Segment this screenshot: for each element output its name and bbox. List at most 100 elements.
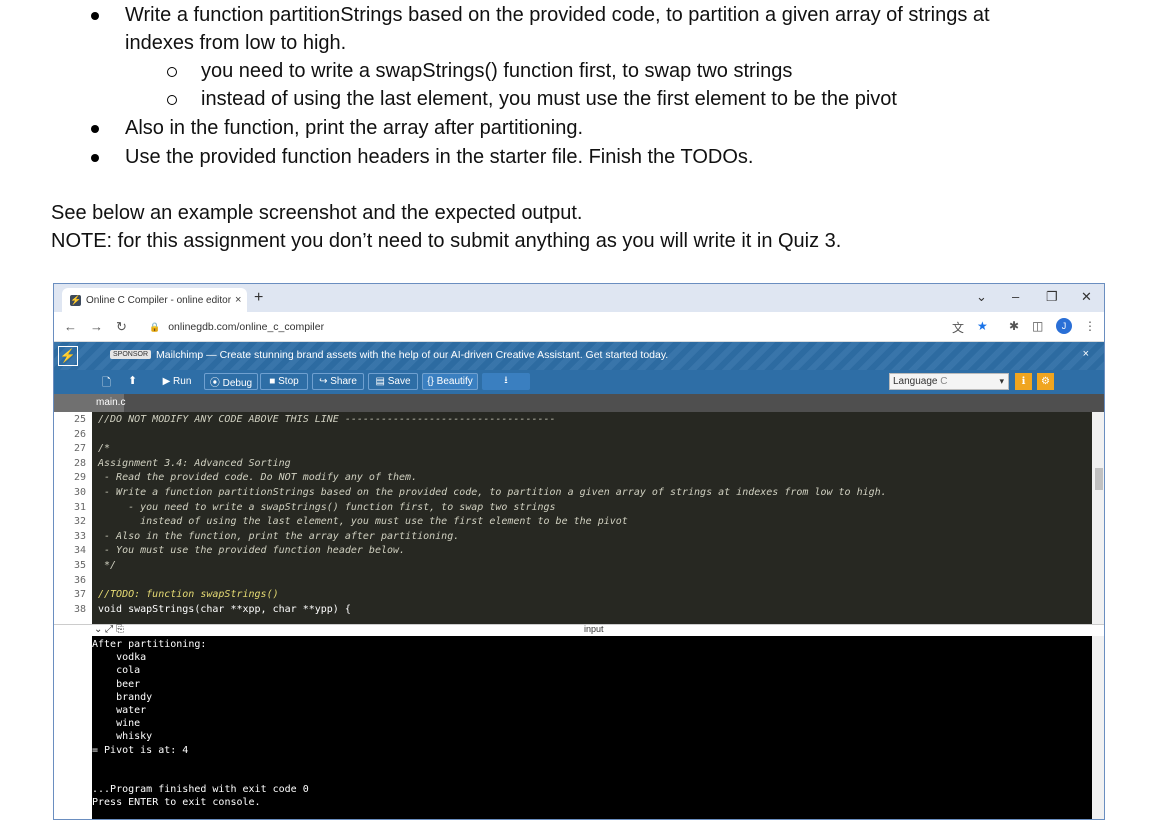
new-file-icon[interactable]: 🗋 <box>102 374 111 393</box>
tab-close-icon[interactable]: × <box>235 294 247 306</box>
upload-icon[interactable]: ⬆ <box>128 374 137 387</box>
save-button[interactable]: ▤ Save <box>368 373 418 390</box>
line-number: 28 <box>73 457 86 469</box>
console-line: whisky <box>92 731 153 743</box>
code-line[interactable]: 28 Assignment 3.4: Advanced Sorting <box>74 457 1092 472</box>
ide-toolbar: 🗋 ⬆ ▶ Run ⦿ Debug ■ Stop ↪ Share ▤ Save … <box>54 370 1104 394</box>
code-line[interactable]: 34 - You must use the provided function … <box>74 544 1092 559</box>
language-value: C <box>940 376 948 387</box>
line-number: 26 <box>73 428 86 440</box>
collapse-chevron-icon[interactable]: ⌄ ⤢ ⎘ <box>94 624 124 635</box>
lightning-icon: ⚡ <box>70 294 82 306</box>
code-line[interactable]: 29 - Read the provided code. Do NOT modi… <box>74 471 1092 486</box>
line-number: 29 <box>73 472 86 484</box>
debug-button[interactable]: ⦿ Debug <box>204 373 258 390</box>
output-console[interactable]: After partitioning: vodka cola beer bran… <box>92 636 1092 819</box>
console-line: = Pivot is at: 4 <box>92 744 189 756</box>
bullet-text: Also in the function, print the array af… <box>125 117 584 139</box>
code-editor[interactable]: 25 //DO NOT MODIFY ANY CODE ABOVE THIS LI… <box>74 412 1092 624</box>
console-line: vodka <box>92 652 147 664</box>
input-label[interactable]: input <box>584 624 604 634</box>
io-panel-bar: ⌄ ⤢ ⎘ input <box>54 624 1104 636</box>
sponsor-badge: SPONSOR <box>110 350 152 359</box>
line-number: 27 <box>73 443 86 455</box>
code-line[interactable]: 38 void swapStrings(char **xpp, char **yp… <box>74 603 1092 618</box>
line-number: 32 <box>73 516 86 528</box>
line-number: 36 <box>73 574 86 586</box>
share-button[interactable]: ↪ Share <box>312 373 364 390</box>
sub-bullet-text: you need to write a swapStrings() functi… <box>201 60 793 82</box>
minimize-icon[interactable]: – <box>1012 289 1019 304</box>
code-text: Assignment 3.4: Advanced Sorting <box>98 457 291 469</box>
menu-dots-icon[interactable]: ⋮ <box>1084 319 1096 333</box>
line-number: 38 <box>73 603 86 615</box>
run-button[interactable]: ▶ Run <box>152 373 202 390</box>
info-icon[interactable]: ℹ <box>1015 373 1032 390</box>
line-number: 37 <box>73 589 86 601</box>
file-tab-main-c[interactable]: main.c <box>54 394 125 412</box>
console-line: water <box>92 705 147 716</box>
sponsor-close-icon[interactable]: × <box>1083 348 1089 360</box>
sub-bullet-text: instead of using the last element, you m… <box>201 88 897 110</box>
code-line[interactable]: 35 */ <box>74 559 1092 574</box>
editor-scrollbar[interactable] <box>1092 412 1104 624</box>
code-line[interactable]: 37 //TODO: function swapStrings() <box>74 588 1092 603</box>
language-select[interactable]: Language C ▾ <box>889 373 1009 390</box>
sponsor-text[interactable]: Mailchimp — Create stunning brand assets… <box>156 349 668 361</box>
restore-icon[interactable]: ❐ <box>1046 289 1058 305</box>
bookmark-star-icon[interactable]: ★ <box>977 319 988 333</box>
onlinegdb-logo-icon[interactable]: ⚡ <box>58 346 78 366</box>
code-text: void swapStrings(char **xpp, char **ypp)… <box>98 603 351 615</box>
line-number: 35 <box>73 560 86 571</box>
close-window-icon[interactable]: ✕ <box>1081 289 1092 305</box>
code-text: - Also in the function, print the array … <box>98 530 460 542</box>
paragraph-text: See below an example screenshot and the … <box>51 202 583 224</box>
bullet-text: Write a function partitionStrings based … <box>125 4 990 26</box>
back-arrow-icon[interactable]: ← <box>64 319 77 334</box>
lock-icon: 🔒 <box>149 321 161 332</box>
download-button[interactable]: ⭳ <box>482 373 530 390</box>
code-line[interactable]: 27 /* <box>74 442 1092 457</box>
new-tab-button[interactable]: + <box>254 289 263 307</box>
code-line[interactable]: 32 instead of using the last element, yo… <box>74 515 1092 530</box>
code-text: - you need to write a swapStrings() func… <box>98 501 556 513</box>
code-text: //TODO: function swapStrings() <box>98 589 279 601</box>
code-line[interactable]: 31 - you need to write a swapStrings() f… <box>74 501 1092 516</box>
bullet-dot-icon <box>91 12 99 20</box>
sponsor-banner[interactable]: ⚡ SPONSOR Mailchimp — Create stunning br… <box>54 342 1104 370</box>
example-screenshot: ⚡ Online C Compiler - online editor × + … <box>53 283 1105 820</box>
address-bar: ← → ↻ 🔒 onlinegdb.com/online_c_compiler … <box>54 312 1104 342</box>
code-line[interactable]: 36 <box>74 574 1092 589</box>
code-line[interactable]: 26 <box>74 428 1092 443</box>
console-line: wine <box>92 718 141 730</box>
profile-avatar[interactable]: J <box>1056 318 1072 334</box>
code-text: instead of using the last element, you m… <box>98 516 628 528</box>
line-number: 31 <box>73 501 86 513</box>
sub-bullet-icon <box>167 67 177 77</box>
line-number: 25 <box>73 414 86 425</box>
sidebar-icon[interactable]: ◫ <box>1032 319 1043 333</box>
settings-gear-icon[interactable]: ⚙ <box>1037 373 1054 390</box>
reload-icon[interactable]: ↻ <box>116 319 127 335</box>
editor-scroll-thumb[interactable] <box>1095 468 1103 490</box>
language-label: Language <box>893 376 938 387</box>
tab-search-chevron-icon[interactable]: ⌄ <box>976 289 987 305</box>
browser-tab[interactable]: ⚡ Online C Compiler - online editor × <box>62 288 247 312</box>
beautify-button[interactable]: {} Beautify <box>422 373 478 390</box>
translate-icon[interactable]: 文 <box>952 319 964 336</box>
bullet-dot-icon <box>91 154 99 162</box>
stop-button[interactable]: ■ Stop <box>260 373 308 390</box>
console-line: cola <box>92 665 141 677</box>
code-line[interactable]: 33 - Also in the function, print the arr… <box>74 530 1092 545</box>
forward-arrow-icon[interactable]: → <box>90 319 103 334</box>
url-field[interactable]: 🔒 onlinegdb.com/online_c_compiler <box>149 318 969 336</box>
console-line: After partitioning: <box>92 639 207 650</box>
bullet-text: Use the provided function headers in the… <box>125 146 754 168</box>
code-line[interactable]: 30 - Write a function partitionStrings b… <box>74 486 1092 501</box>
code-line[interactable]: 25 //DO NOT MODIFY ANY CODE ABOVE THIS LI… <box>74 413 1092 428</box>
console-scrollbar[interactable] <box>1092 636 1104 819</box>
code-text: */ <box>98 560 117 571</box>
code-text: //DO NOT MODIFY ANY CODE ABOVE THIS LINE… <box>98 414 556 425</box>
bullet-dot-icon <box>91 125 99 133</box>
extensions-icon[interactable]: ✱ <box>1009 319 1019 333</box>
